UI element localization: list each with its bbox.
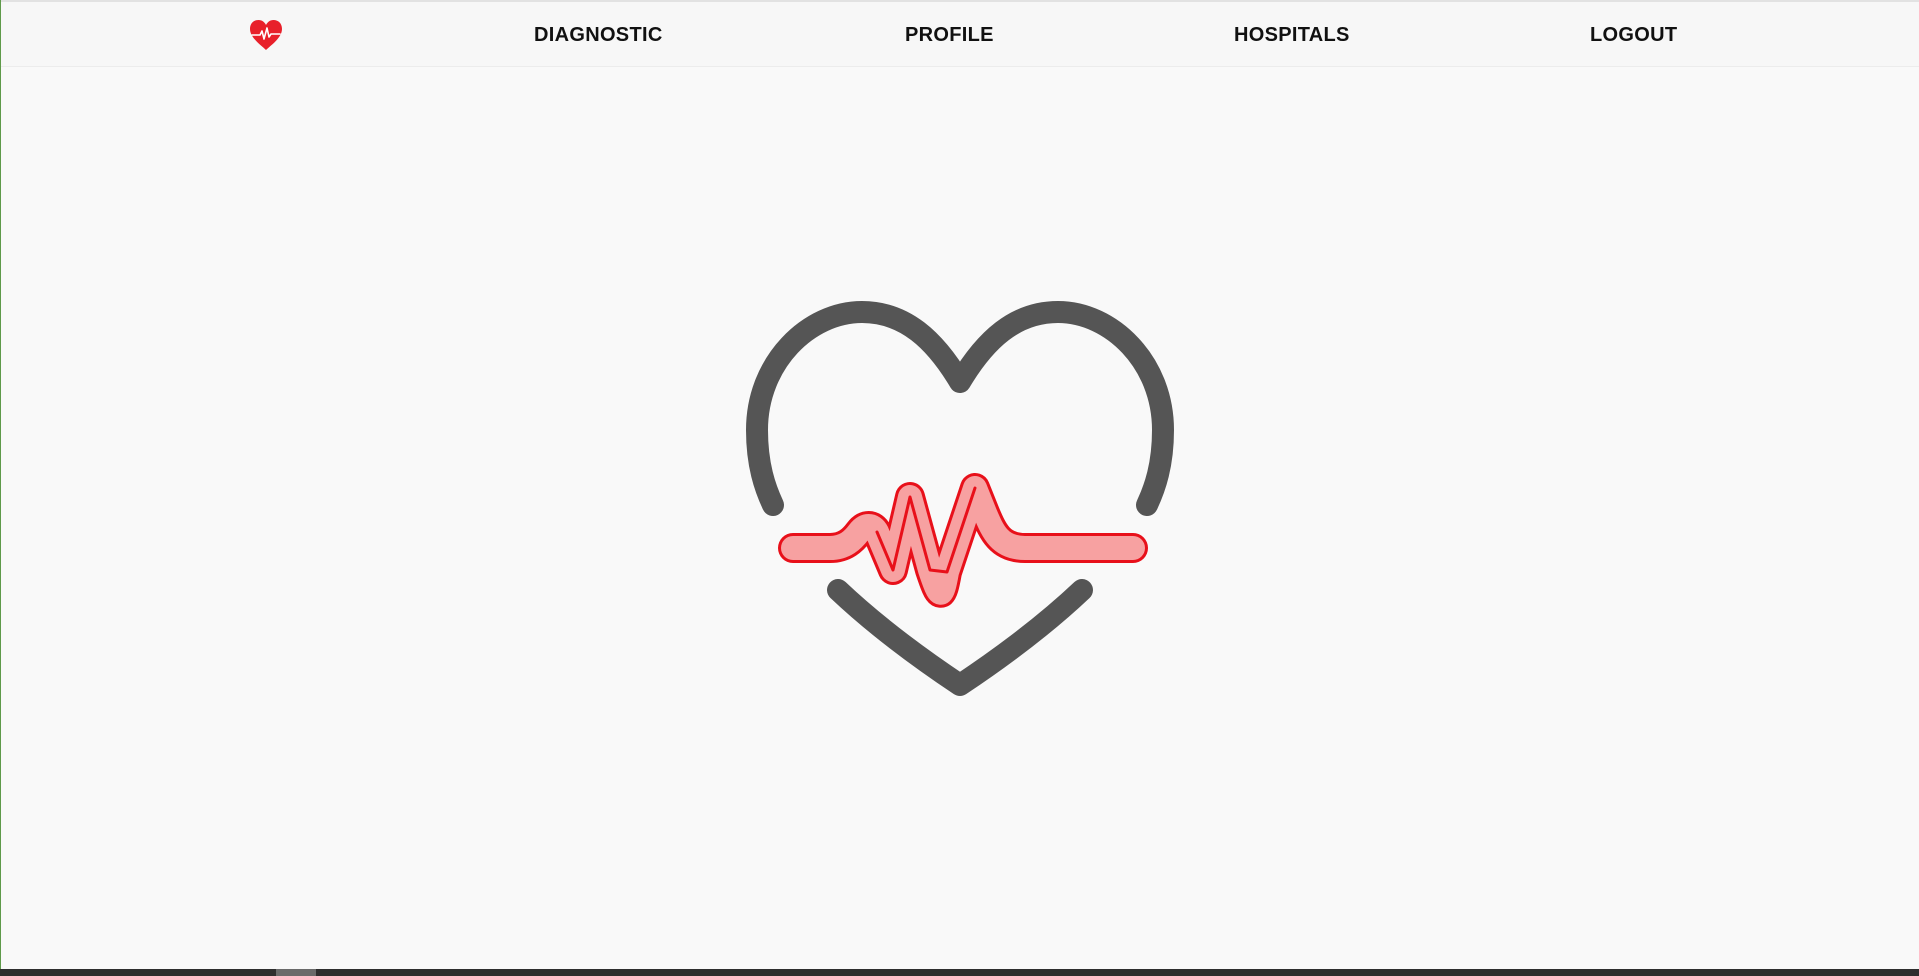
nav-logout[interactable]: LOGOUT	[1590, 24, 1677, 47]
heart-pulse-logo-icon[interactable]	[248, 18, 284, 52]
heart-outline-top	[746, 301, 1174, 516]
nav-profile[interactable]: PROFILE	[905, 24, 994, 47]
pulse-line-fill	[781, 476, 1145, 605]
nav-hospitals[interactable]: HOSPITALS	[1234, 24, 1350, 47]
app-page: DIAGNOSTIC PROFILE HOSPITALS LOGOUT	[0, 0, 1919, 976]
heart-pulse-illustration-icon	[746, 301, 1174, 696]
heart-logo-icon	[250, 20, 282, 50]
hero-heart-illustration	[735, 300, 1185, 710]
top-navbar: DIAGNOSTIC PROFILE HOSPITALS LOGOUT	[1, 2, 1919, 67]
window-left-border	[0, 0, 1, 969]
scrollbar-thumb[interactable]	[276, 969, 316, 976]
heart-outline-bottom	[827, 579, 1093, 696]
nav-diagnostic[interactable]: DIAGNOSTIC	[534, 24, 663, 47]
